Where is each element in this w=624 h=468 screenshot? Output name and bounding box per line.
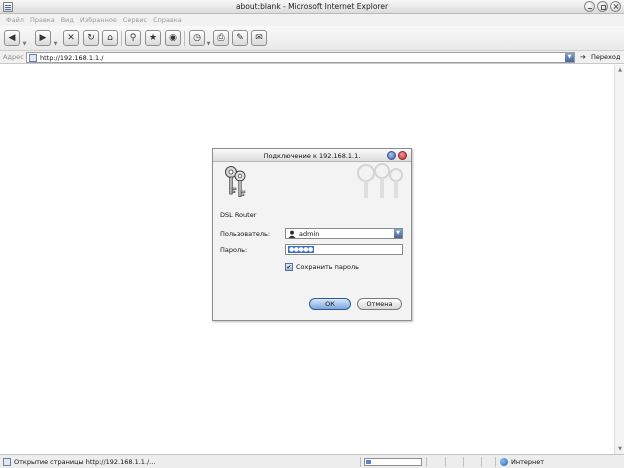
menu-view[interactable]: Вид [59, 14, 78, 26]
toolbar-divider [184, 31, 185, 46]
forward-dropdown-icon[interactable]: ▼ [53, 36, 58, 52]
menu-edit[interactable]: Правка [28, 14, 59, 26]
search-icon[interactable]: ⚲ [125, 30, 141, 46]
go-arrow-icon[interactable]: ➔ [580, 53, 586, 61]
menu-help[interactable]: Справка [151, 14, 186, 26]
stop-icon[interactable]: ✕ [63, 30, 79, 46]
username-combobox[interactable]: admin ▼ [285, 228, 403, 239]
close-button[interactable] [610, 1, 621, 12]
print-icon[interactable]: ⎙ [213, 30, 229, 46]
ok-button[interactable]: ОК [309, 298, 351, 310]
toolbar-divider [121, 31, 122, 46]
status-divider [426, 457, 427, 467]
scroll-down-icon[interactable]: ▼ [616, 445, 624, 453]
status-divider [445, 457, 446, 467]
username-value[interactable]: admin [299, 230, 319, 238]
status-text: Открытие страницы http://192.168.1.1./..… [14, 458, 156, 466]
address-input[interactable]: http://192.168.1.1./ ▼ [26, 52, 575, 63]
toolbar: ◀ ▼ ▶ ▼ ✕ ↻ ⌂ ⚲ ★ ◉ ◷ ▼ ⎙ ✎ ✉ [0, 26, 624, 51]
progress-fill [366, 460, 371, 464]
vertical-scrollbar[interactable]: ▲ ▼ [614, 65, 624, 454]
maximize-button[interactable] [597, 1, 608, 12]
history-icon[interactable]: ◷ [189, 30, 205, 46]
user-label: Пользователь: [220, 230, 271, 238]
home-icon[interactable]: ⌂ [102, 30, 118, 46]
login-dialog: Подключение к 192.168.1.1. DSL Router По… [212, 148, 412, 321]
address-url[interactable]: http://192.168.1.1./ [40, 54, 103, 62]
internet-zone-icon [500, 458, 508, 466]
menu-bar: Файл Правка Вид Избранное Сервис Справка [0, 14, 624, 26]
address-dropdown-icon[interactable]: ▼ [565, 53, 574, 62]
status-divider [495, 457, 496, 467]
window-title: about:blank - Microsoft Internet Explore… [235, 2, 389, 11]
edit-icon[interactable]: ✎ [232, 30, 248, 46]
discuss-icon[interactable]: ✉ [251, 30, 267, 46]
password-mask[interactable]: ●●●●● [288, 246, 314, 253]
favorites-icon[interactable]: ★ [145, 30, 161, 46]
menu-tools[interactable]: Сервис [121, 14, 151, 26]
password-label: Пароль: [220, 246, 248, 254]
address-label: Адрес [3, 53, 24, 61]
back-dropdown-icon[interactable]: ▼ [22, 36, 27, 52]
help-icon[interactable] [387, 151, 396, 160]
security-zone: Интернет [511, 458, 545, 466]
page-icon [29, 54, 37, 62]
forward-arrow-icon[interactable]: ▶ [35, 30, 51, 46]
dialog-title: Подключение к 192.168.1.1. [263, 152, 361, 160]
keys-watermark-icon [357, 163, 403, 198]
window-controls [584, 1, 621, 12]
dialog-close-icon[interactable] [398, 151, 407, 160]
dialog-title-bar: Подключение к 192.168.1.1. [213, 149, 411, 162]
password-field[interactable]: ●●●●● [285, 244, 403, 255]
cancel-button[interactable]: Отмена [357, 298, 402, 310]
status-bar: Открытие страницы http://192.168.1.1./..… [0, 454, 624, 468]
media-icon[interactable]: ◉ [165, 30, 181, 46]
username-dropdown-icon[interactable]: ▼ [394, 229, 402, 238]
menu-file[interactable]: Файл [4, 14, 28, 26]
history-dropdown-icon[interactable]: ▼ [206, 36, 211, 52]
back-arrow-icon[interactable]: ◀ [4, 30, 20, 46]
progress-bar [364, 458, 422, 466]
keys-icon [225, 166, 246, 197]
remember-password-checkbox[interactable]: ✔ [285, 263, 293, 271]
address-bar: Адрес http://192.168.1.1./ ▼ ➔ Переход [0, 51, 624, 64]
refresh-icon[interactable]: ↻ [83, 30, 99, 46]
user-icon [288, 230, 296, 238]
page-loading-icon [3, 458, 11, 466]
minimize-button[interactable] [584, 1, 595, 12]
menu-favorites[interactable]: Избранное [78, 14, 121, 26]
status-divider [481, 457, 482, 467]
title-bar: about:blank - Microsoft Internet Explore… [0, 0, 624, 14]
scroll-up-icon[interactable]: ▲ [616, 66, 624, 74]
status-divider [463, 457, 464, 467]
router-name: DSL Router [220, 211, 257, 219]
status-divider [360, 457, 361, 467]
go-button[interactable]: Переход [591, 53, 620, 61]
remember-password-label[interactable]: Сохранить пароль [296, 263, 359, 271]
